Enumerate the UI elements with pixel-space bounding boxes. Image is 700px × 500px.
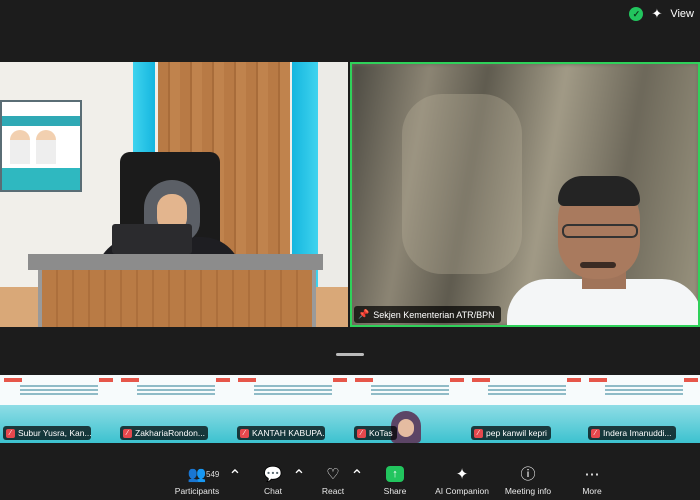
mic-muted-icon: ⁄ xyxy=(123,428,132,438)
more-button[interactable]: ⋯ More xyxy=(557,466,627,496)
participant-name-tag: ⁄ Subur Yusra, Kan... xyxy=(3,426,91,440)
mic-muted-icon: ⁄ xyxy=(591,428,600,438)
participant-name: Indera Imanuddi... xyxy=(603,428,672,438)
chat-icon: 💬 xyxy=(263,466,283,483)
meeting-info-button[interactable]: ⓘ Meeting info xyxy=(493,466,563,496)
mic-muted-icon: ⁄ xyxy=(474,428,483,438)
presenter-video-tile[interactable] xyxy=(0,62,348,327)
react-label: React xyxy=(321,486,345,496)
speaker-name: Sekjen Kementerian ATR/BPN xyxy=(373,309,495,320)
share-arrow-icon: ↑ xyxy=(386,466,404,482)
top-bar-controls: ✓ ✦ View xyxy=(629,6,694,22)
participant-video-face xyxy=(398,419,414,437)
participant-tile[interactable]: ⁄ ZakhariaRondon... xyxy=(117,375,234,443)
sparkle-icon: ✦ xyxy=(455,466,469,483)
ai-companion-label: AI Companion xyxy=(435,486,489,496)
participant-name: ZakhariaRondon... xyxy=(135,428,205,438)
share-button[interactable]: ↑ Share xyxy=(360,466,430,496)
background-highlight xyxy=(402,94,522,274)
speaker-video-tile[interactable]: 📌 Sekjen Kementerian ATR/BPN xyxy=(350,62,700,327)
participants-count: 549 xyxy=(206,470,220,479)
chat-label: Chat xyxy=(264,486,282,496)
heart-icon: ♡ xyxy=(326,466,340,483)
video-stage: 📌 Sekjen Kementerian ATR/BPN xyxy=(0,62,700,327)
pin-icon: 📌 xyxy=(358,309,370,319)
mic-muted-icon: ⁄ xyxy=(6,428,15,438)
participant-name: pep kanwil kepri xyxy=(486,428,547,438)
participant-name: Subur Yusra, Kan... xyxy=(18,428,91,438)
meeting-toolbar: 👥 549 Participants ⌃ 💬 Chat ⌃ ♡ React ⌃ … xyxy=(0,460,700,500)
participants-icon: 👥 xyxy=(187,466,207,483)
wall-display-screen xyxy=(0,100,82,192)
participant-name-tag: ⁄ KoTas xyxy=(354,426,397,440)
participants-button[interactable]: 👥 549 Participants xyxy=(162,466,232,496)
speaker-glasses xyxy=(562,224,638,238)
desk-top xyxy=(28,254,323,270)
participant-name-tag: ⁄ ZakhariaRondon... xyxy=(120,426,208,440)
participant-name-tag: ⁄ Indera Imanuddi... xyxy=(588,426,676,440)
shield-check-icon[interactable]: ✓ xyxy=(629,7,644,21)
ai-companion-button[interactable]: ✦ AI Companion xyxy=(427,466,497,496)
sparkle-icon[interactable]: ✦ xyxy=(651,6,662,22)
info-icon: ⓘ xyxy=(520,466,536,483)
desk-front xyxy=(38,270,316,327)
speaker-name-tag: 📌 Sekjen Kementerian ATR/BPN xyxy=(354,306,501,323)
view-button[interactable]: View xyxy=(670,8,694,20)
participant-tile[interactable]: ⁄ Indera Imanuddi... xyxy=(585,375,700,443)
gallery-resize-handle[interactable] xyxy=(336,353,364,356)
top-bar: ✓ ✦ View xyxy=(0,0,700,30)
meeting-window: ✓ ✦ View 📌 Sekjen Kementerian ATR/BPN ⁄ … xyxy=(0,0,700,500)
participant-tile[interactable]: ⁄ KANTAH KABUPA... xyxy=(234,375,351,443)
more-label: More xyxy=(582,486,602,496)
participant-name: KoTas xyxy=(369,428,393,438)
participant-name: KANTAH KABUPA... xyxy=(252,428,325,438)
participants-label: Participants xyxy=(174,486,220,496)
participant-name-tag: ⁄ KANTAH KABUPA... xyxy=(237,426,325,440)
participant-tile[interactable]: ⁄ pep kanwil kepri xyxy=(468,375,585,443)
mic-muted-icon: ⁄ xyxy=(240,428,249,438)
speaker-mustache xyxy=(580,262,616,268)
laptop xyxy=(112,224,192,254)
speaker-hair xyxy=(558,176,640,206)
participant-tile[interactable]: ⁄ Subur Yusra, Kan... xyxy=(0,375,117,443)
share-label: Share xyxy=(383,486,407,496)
more-dots-icon: ⋯ xyxy=(584,466,600,483)
meeting-info-label: Meeting info xyxy=(504,486,552,496)
participant-name-tag: ⁄ pep kanwil kepri xyxy=(471,426,551,440)
participant-tile[interactable]: ⁄ KoTas xyxy=(351,375,468,443)
mic-muted-icon: ⁄ xyxy=(357,428,366,438)
gallery-strip: ⁄ Subur Yusra, Kan... ⁄ ZakhariaRondon... … xyxy=(0,375,700,443)
